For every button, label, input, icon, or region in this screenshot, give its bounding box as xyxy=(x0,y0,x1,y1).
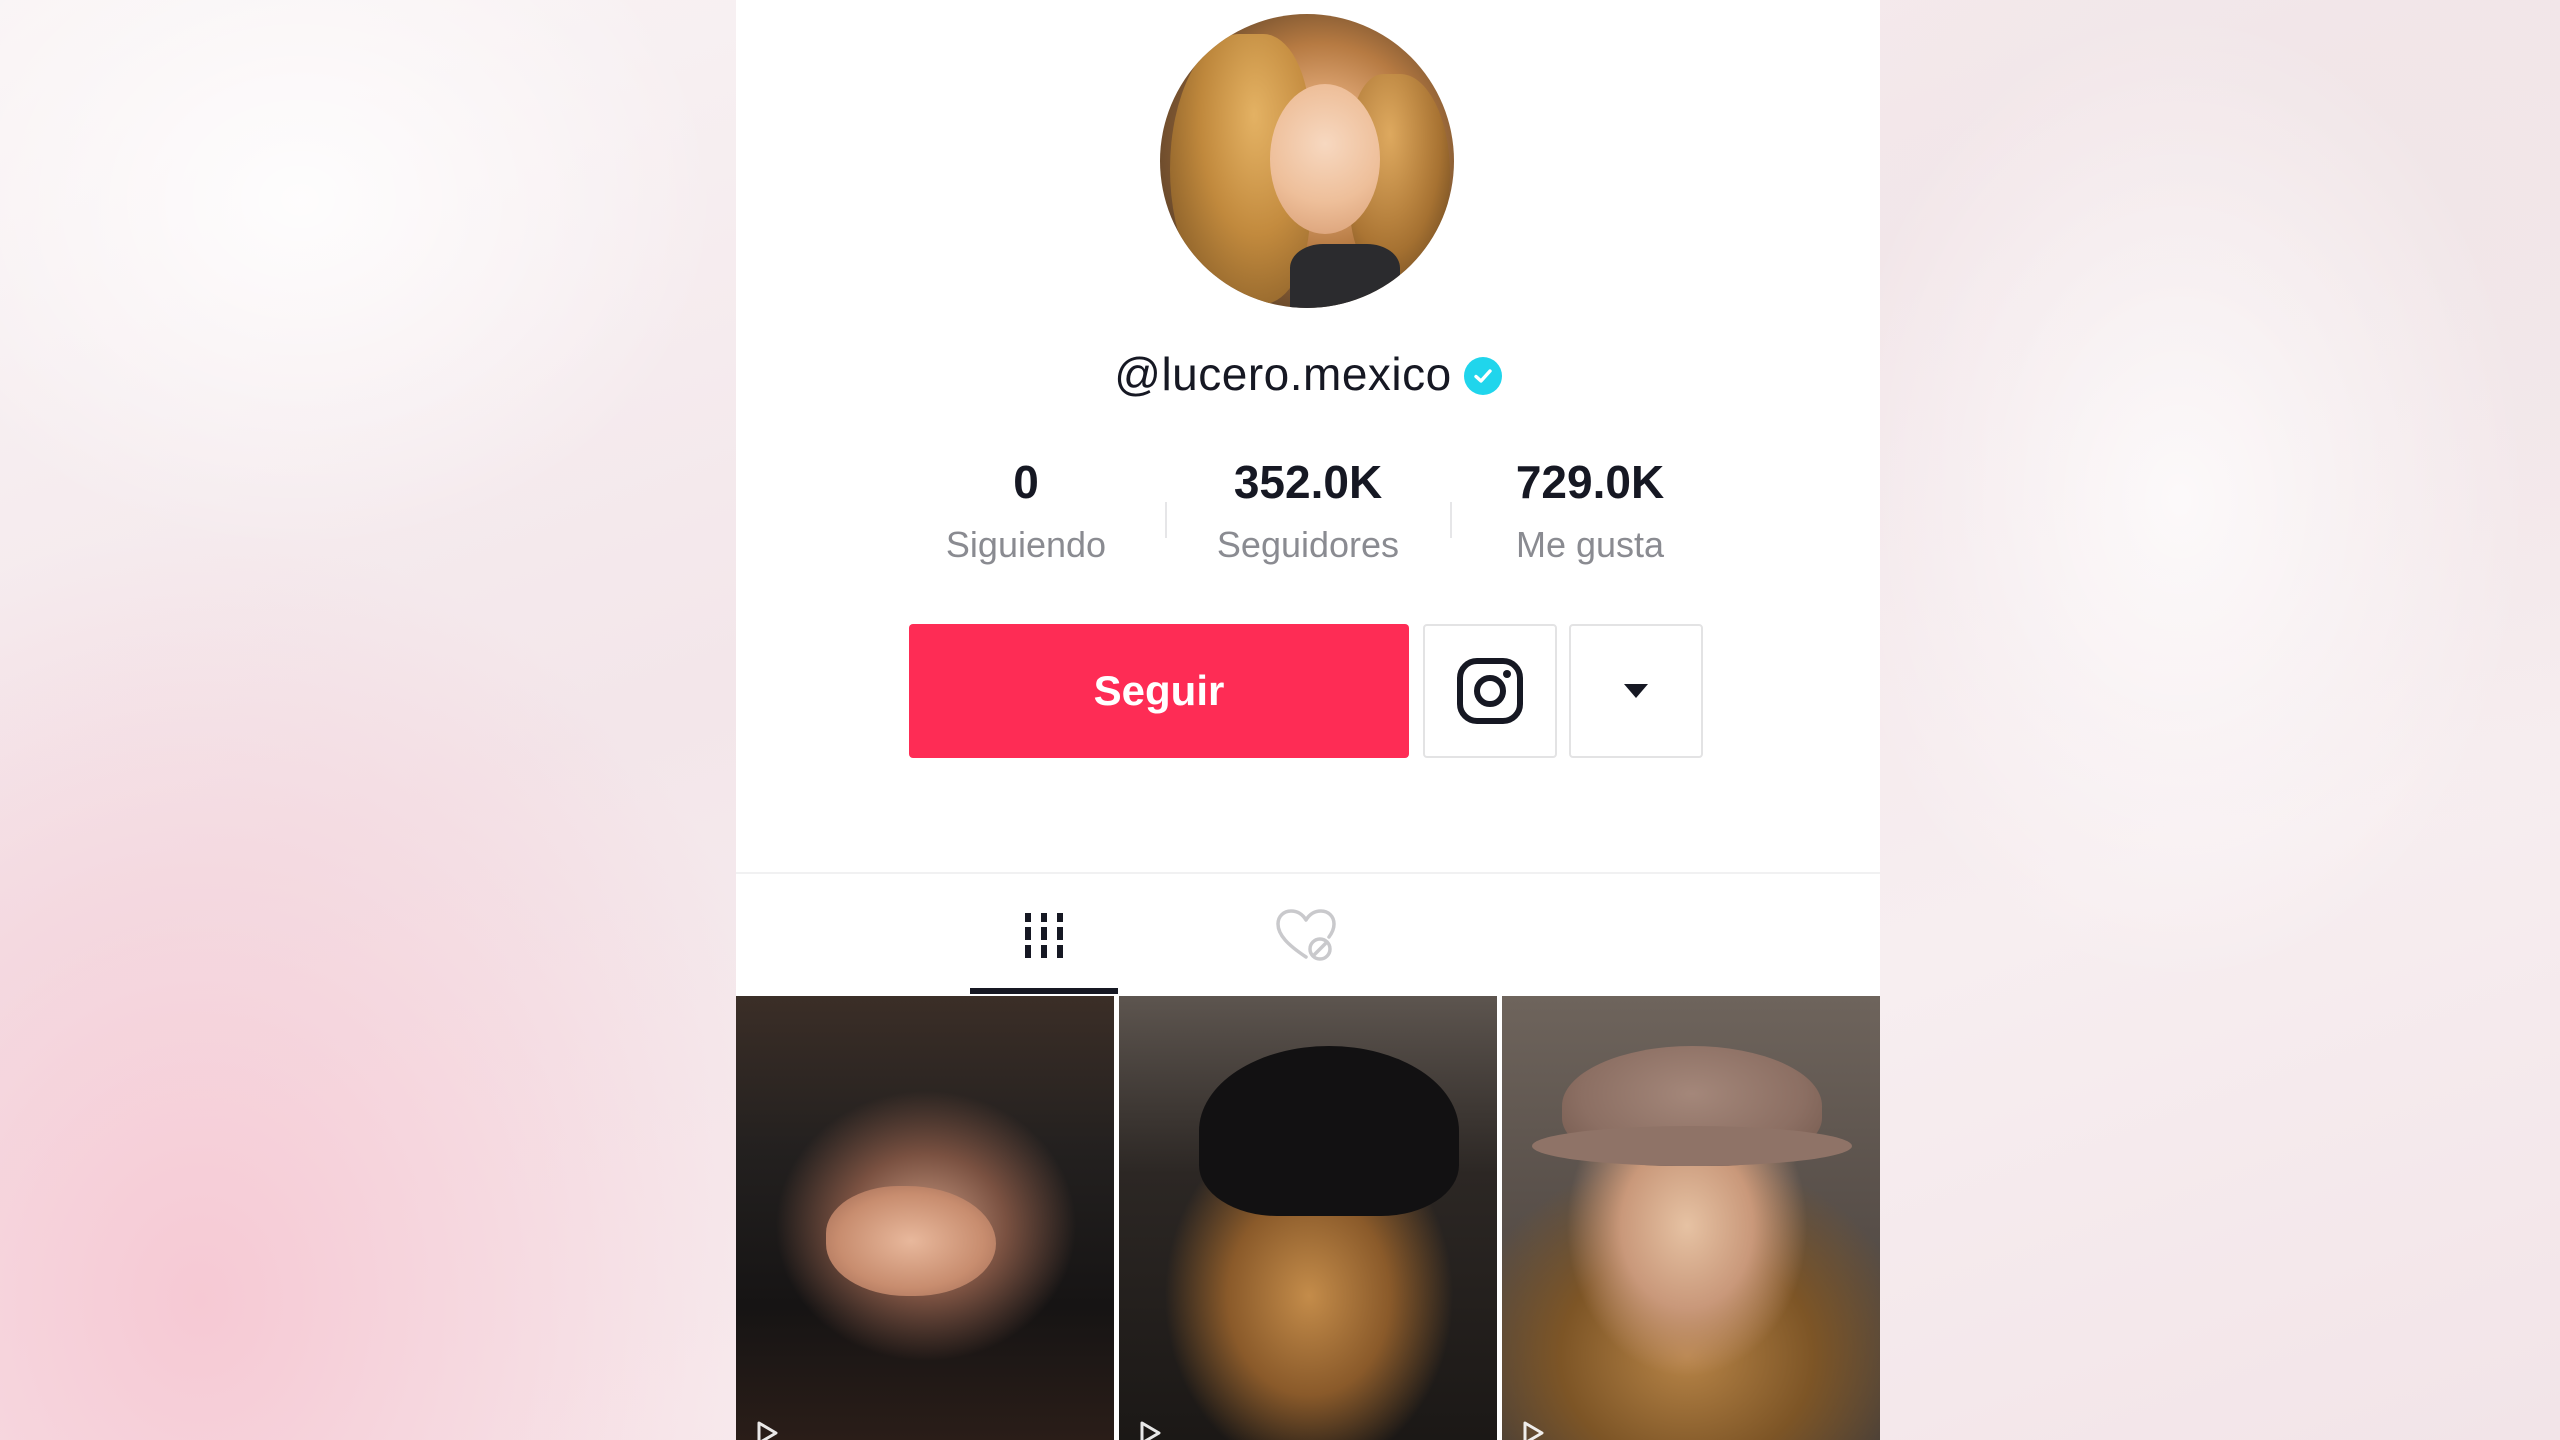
play-icon xyxy=(757,1421,778,1440)
liked-hidden-icon xyxy=(1276,909,1336,961)
stat-following[interactable]: 0 Siguiendo xyxy=(906,452,1146,566)
views-overlay xyxy=(754,1420,780,1440)
video-thumbnail[interactable] xyxy=(1119,996,1497,1440)
avatar[interactable] xyxy=(1160,14,1454,308)
instagram-button[interactable] xyxy=(1423,624,1557,758)
tab-liked[interactable] xyxy=(1020,874,1592,996)
profile-screen: @lucero.mexico 0 Siguiendo 352.0K Seguid… xyxy=(736,0,1880,1440)
video-thumbnail[interactable] xyxy=(1502,996,1880,1440)
views-overlay xyxy=(1520,1420,1546,1440)
stat-divider xyxy=(1165,502,1167,538)
stat-likes-label: Me gusta xyxy=(1515,524,1665,565)
stat-followers[interactable]: 352.0K Seguidores xyxy=(1188,452,1428,566)
stat-divider xyxy=(1450,502,1452,538)
background-glow-left xyxy=(0,0,736,1440)
views-overlay xyxy=(1137,1420,1163,1440)
stat-followers-label: Seguidores xyxy=(1216,524,1400,565)
stat-followers-value: 352.0K xyxy=(1233,456,1383,508)
background-glow-right xyxy=(1880,0,2560,1440)
video-thumbnail[interactable] xyxy=(736,996,1114,1440)
play-icon xyxy=(1140,1421,1161,1440)
stat-likes-value: 729.0K xyxy=(1515,456,1665,508)
stat-likes: 729.0K Me gusta xyxy=(1470,452,1710,566)
follow-button[interactable]: Seguir xyxy=(909,624,1409,758)
video-grid xyxy=(736,996,1880,1440)
profile-actions: Seguir xyxy=(736,624,1880,760)
stat-following-value: 0 xyxy=(1013,456,1039,508)
username: @lucero.mexico xyxy=(1114,348,1452,400)
caret-down-icon xyxy=(1624,684,1648,698)
profile-stats: 0 Siguiendo 352.0K Seguidores 729.0K Me … xyxy=(736,452,1880,582)
more-options-button[interactable] xyxy=(1569,624,1703,758)
profile-tabs xyxy=(736,872,1880,994)
username-row: @lucero.mexico xyxy=(736,346,1880,402)
verified-badge-icon xyxy=(1463,357,1502,395)
stat-following-label: Siguiendo xyxy=(945,524,1107,565)
instagram-icon xyxy=(1457,658,1523,724)
play-icon xyxy=(1523,1421,1544,1440)
